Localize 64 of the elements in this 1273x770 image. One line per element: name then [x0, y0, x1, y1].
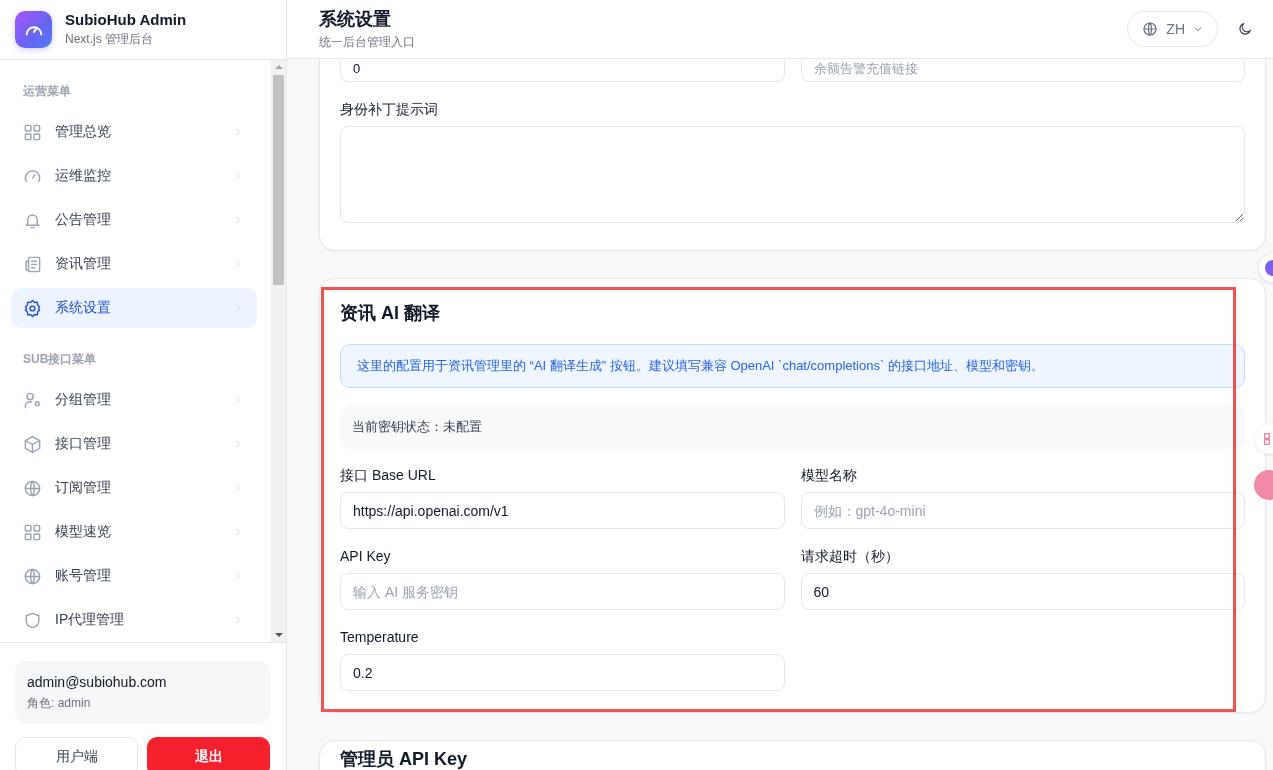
- user-role: 角色: admin: [27, 695, 92, 712]
- field-label: 接口 Base URL: [340, 466, 437, 484]
- chevron-right-icon: [233, 259, 243, 269]
- input-field[interactable]: 输入 AI 服务密钥: [340, 573, 785, 610]
- newspaper-icon: [23, 254, 42, 274]
- input-field[interactable]: 0: [340, 60, 785, 82]
- sidebar-item[interactable]: 运维监控: [11, 156, 257, 196]
- sidebar-item[interactable]: 资讯管理: [11, 244, 257, 284]
- client-button[interactable]: 用户端: [15, 737, 138, 770]
- input-field[interactable]: 余额告警充值链接: [800, 60, 1245, 82]
- moon-icon[interactable]: [1237, 21, 1253, 37]
- field-label: API Key: [340, 547, 392, 565]
- input-field[interactable]: 60: [800, 573, 1245, 610]
- sidebar-item[interactable]: 分组管理: [11, 380, 257, 420]
- sidebar-item[interactable]: 系统设置: [11, 288, 257, 328]
- logout-button[interactable]: 退出: [147, 737, 270, 770]
- settings-icon: [23, 298, 42, 318]
- sidebar-item[interactable]: 账号管理: [11, 556, 257, 596]
- card-title: 管理员 API Key: [340, 749, 469, 769]
- key-status: 当前密钥状态：未配置: [340, 405, 1245, 449]
- chevron-right-icon: [233, 171, 243, 181]
- logo-icon: [15, 11, 52, 48]
- field-label: 请求超时（秒）: [800, 547, 900, 565]
- scrollbar[interactable]: [271, 60, 286, 642]
- chevron-right-icon: [233, 439, 243, 449]
- sidebar-item[interactable]: 公告管理: [11, 200, 257, 240]
- globe-icon: [1142, 21, 1159, 37]
- page-title: 系统设置: [319, 8, 392, 31]
- section-label: 运营菜单: [22, 83, 72, 100]
- shield-icon: [23, 610, 42, 630]
- chevron-right-icon: [233, 127, 243, 137]
- card-title: 资讯 AI 翻译: [340, 302, 441, 325]
- cube-icon: [23, 434, 42, 454]
- info-note: 这里的配置用于资讯管理里的 “AI 翻译生成” 按钮。建议填写兼容 OpenAI `chat/completions` 的接口地址、模型和密钥。: [340, 344, 1245, 388]
- user-gear-icon: [23, 390, 42, 410]
- globe-icon: [23, 566, 42, 586]
- input-field[interactable]: 例如：gpt-4o-mini: [800, 492, 1245, 529]
- chevron-right-icon: [233, 527, 243, 537]
- field-label: 身份补丁提示词: [340, 100, 439, 118]
- sidebar-item[interactable]: 订阅管理: [11, 468, 257, 508]
- sidebar-item[interactable]: 管理总览: [11, 112, 257, 152]
- sidebar-item[interactable]: 模型速览: [11, 512, 257, 552]
- section-label: SUB接口菜单: [22, 351, 98, 368]
- sidebar-item[interactable]: IP代理管理: [11, 600, 257, 640]
- globe-icon: [23, 478, 42, 498]
- field-label: Temperature: [340, 628, 420, 646]
- app-subtitle: Next.js 管理后台: [65, 31, 154, 48]
- caret-icon: [1193, 24, 1203, 34]
- field-label: 模型名称: [800, 466, 858, 484]
- user-email: admin@subiohub.com: [27, 674, 168, 690]
- chevron-right-icon: [233, 571, 243, 581]
- input-field[interactable]: https://api.openai.com/v1: [340, 492, 785, 529]
- input-field[interactable]: 0.2: [340, 654, 785, 691]
- grid-icon: [23, 122, 42, 142]
- grid-icon: [23, 522, 42, 542]
- text-area[interactable]: [340, 126, 1245, 223]
- chevron-right-icon: [233, 395, 243, 405]
- page-subtitle: 统一后台管理入口: [319, 34, 416, 51]
- chevron-right-icon: [233, 215, 243, 225]
- chevron-right-icon: [233, 483, 243, 493]
- language-switch[interactable]: ZH: [1127, 11, 1218, 47]
- chevron-right-icon: [233, 615, 243, 625]
- sidebar-item[interactable]: 接口管理: [11, 424, 257, 464]
- app-name: SubioHub Admin: [65, 11, 187, 28]
